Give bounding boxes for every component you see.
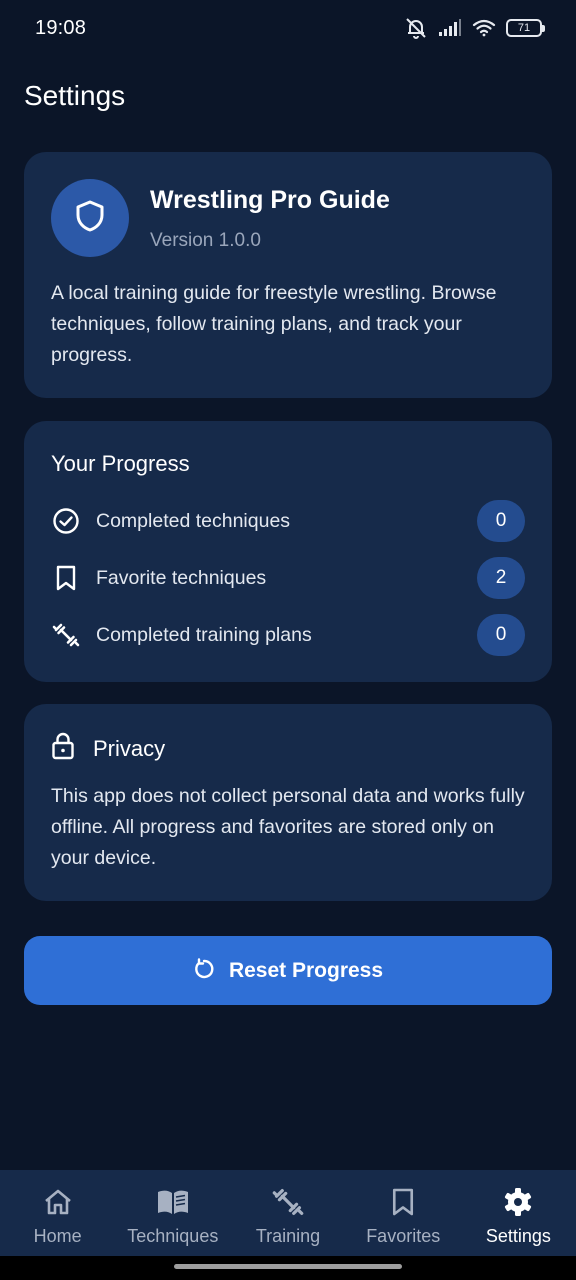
dumbbell-icon [51,620,81,650]
book-icon [156,1186,190,1218]
nav-item-favorites[interactable]: Favorites [346,1170,461,1256]
lock-icon [51,732,75,765]
status-bar: 19:08 71 [0,0,576,56]
status-time: 19:08 [35,16,87,39]
progress-row-completed-techniques: Completed techniques 0 [51,500,525,542]
nav-item-training[interactable]: Training [230,1170,345,1256]
privacy-header: Privacy [51,732,165,765]
page-title: Settings [24,80,126,111]
app-info-card: Wrestling Pro Guide Version 1.0.0 A loca… [24,152,552,398]
progress-card: Your Progress Completed techniques 0 Fav… [24,421,552,682]
battery-icon: 71 [506,19,545,37]
bottom-nav: Home Techniques Training Favorites Setti… [0,1170,576,1256]
shield-icon [75,200,105,237]
status-icons: 71 [404,17,545,39]
app-description: A local training guide for freestyle wre… [51,282,497,366]
progress-row-completed-training-plans: Completed training plans 0 [51,614,525,656]
home-gesture-bar[interactable] [174,1264,402,1269]
reset-progress-label: Reset Progress [228,958,384,982]
row-label: Completed techniques [96,509,291,532]
dumbbell-icon [272,1186,304,1218]
nav-item-home[interactable]: Home [0,1170,115,1256]
count-badge: 2 [477,557,525,599]
nav-label: Favorites [366,1226,441,1246]
progress-row-favorite-techniques: Favorite techniques 2 [51,557,525,599]
battery-level: 71 [517,21,531,34]
home-icon [43,1186,73,1218]
app-version: Version 1.0.0 [150,230,261,251]
app-name: Wrestling Pro Guide [150,186,390,214]
check-circle-icon [51,506,81,536]
bookmark-icon [51,563,81,593]
refresh-icon [193,958,215,983]
mute-bell-icon [404,17,428,39]
bookmark-icon [391,1186,415,1218]
count-badge: 0 [477,500,525,542]
wifi-icon [472,19,496,37]
nav-label: Settings [485,1226,551,1246]
reset-progress-button[interactable]: Reset Progress [24,936,552,1005]
nav-label: Training [255,1226,321,1246]
count-badge: 0 [477,614,525,656]
progress-title: Your Progress [51,451,190,476]
signal-icon [438,19,462,37]
nav-item-techniques[interactable]: Techniques [115,1170,230,1256]
gear-icon [503,1186,533,1218]
privacy-text: This app does not collect personal data … [51,785,525,869]
app-avatar [51,179,129,257]
gesture-area [0,1256,576,1280]
privacy-card: Privacy This app does not collect person… [24,704,552,901]
nav-label: Home [33,1226,82,1246]
row-label: Completed training plans [96,623,312,646]
row-label: Favorite techniques [96,566,267,589]
privacy-title: Privacy [93,735,166,761]
nav-label: Techniques [127,1226,219,1246]
nav-item-settings[interactable]: Settings [461,1170,576,1256]
